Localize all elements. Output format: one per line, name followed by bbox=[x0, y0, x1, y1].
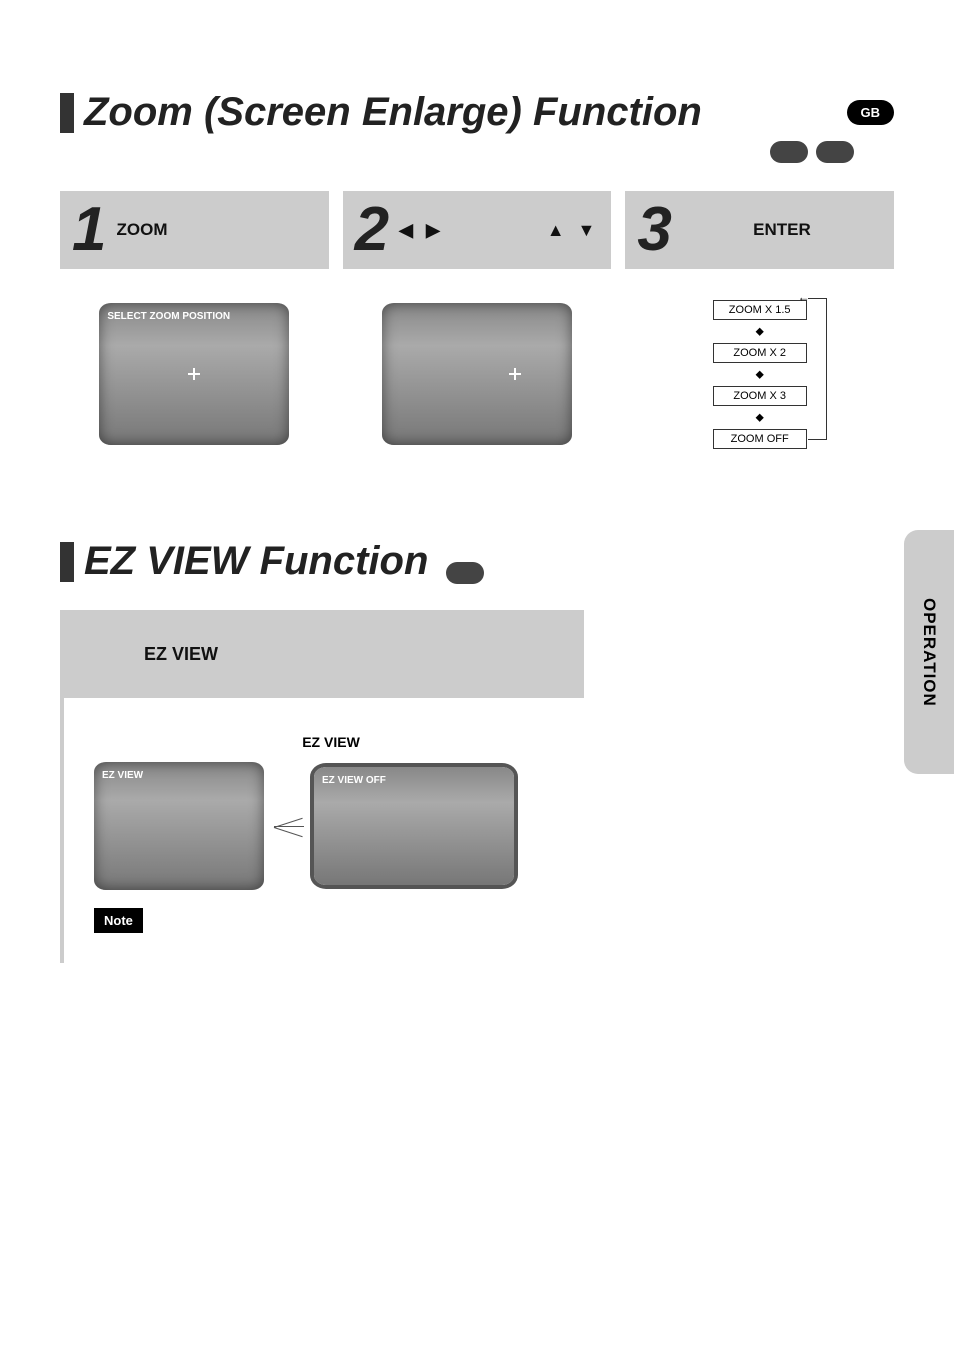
ez-press-label: EZ VIEW bbox=[94, 734, 568, 750]
ez-header: EZ VIEW bbox=[64, 610, 584, 698]
title-accent-bar bbox=[60, 542, 74, 582]
screen-overlay-text: EZ VIEW OFF bbox=[322, 775, 386, 786]
step-2: 2 ◀ ▶ ▲ ▼ bbox=[343, 191, 612, 479]
cycle-return-line bbox=[808, 298, 827, 440]
zoom-level-item: ZOOM X 3 bbox=[713, 386, 807, 406]
step-header: 3 ENTER bbox=[625, 191, 894, 269]
note-badge: Note bbox=[94, 908, 143, 933]
step-number: 2 bbox=[355, 199, 389, 261]
zoom-steps: 1 ZOOM SELECT ZOOM POSITION 2 ◀ ▶ ▲ ▼ 3 … bbox=[60, 191, 894, 479]
ez-image-comparison: EZ VIEW EZ VIEW OFF bbox=[94, 762, 568, 890]
title-row-ezview: EZ VIEW Function bbox=[60, 539, 894, 584]
step-label: ENTER bbox=[753, 220, 811, 240]
section-tab-label: OPERATION bbox=[919, 598, 939, 707]
arrow-left-right-icon: ◀ ▶ bbox=[399, 220, 444, 241]
disc-type-pill bbox=[816, 141, 854, 163]
zoom-level-item: ZOOM X 2 bbox=[713, 343, 807, 363]
zoom-level-item: ZOOM OFF bbox=[713, 429, 807, 449]
zoom-level-list: ZOOM X 1.5 ⬥ ZOOM X 2 ⬥ ZOOM X 3 ⬥ ZOOM … bbox=[713, 300, 807, 449]
section-tab: OPERATION bbox=[904, 530, 954, 774]
disc-type-pill bbox=[770, 141, 808, 163]
language-badge: GB bbox=[847, 100, 895, 125]
crosshair-icon bbox=[188, 368, 200, 380]
step-1: 1 ZOOM SELECT ZOOM POSITION bbox=[60, 191, 329, 479]
step-header: 2 ◀ ▶ ▲ ▼ bbox=[343, 191, 612, 269]
ez-view-section: EZ VIEW Function EZ VIEW EZ VIEW EZ VIEW… bbox=[60, 539, 894, 963]
page-title-ezview: EZ VIEW Function bbox=[84, 539, 428, 584]
title-row-zoom: Zoom (Screen Enlarge) Function GB bbox=[60, 90, 894, 135]
tv-screen-move-cursor bbox=[382, 303, 572, 445]
ez-body: EZ VIEW EZ VIEW EZ VIEW OFF Note bbox=[64, 698, 584, 963]
tv-screen-ezview-on: EZ VIEW bbox=[94, 762, 264, 890]
screen-overlay-text: SELECT ZOOM POSITION bbox=[107, 311, 230, 322]
step-illustration: ZOOM X 1.5 ⬥ ZOOM X 2 ⬥ ZOOM X 3 ⬥ ZOOM … bbox=[625, 269, 894, 479]
page-title-zoom: Zoom (Screen Enlarge) Function bbox=[84, 90, 702, 135]
down-arrow-icon: ⬥ bbox=[755, 410, 763, 425]
ez-header-label: EZ VIEW bbox=[144, 644, 218, 665]
transition-lines bbox=[274, 826, 304, 827]
step-label: ZOOM bbox=[116, 220, 167, 240]
title-accent-bar bbox=[60, 93, 74, 133]
arrow-up-down-icon: ▲ ▼ bbox=[547, 220, 600, 241]
step-3: 3 ENTER ZOOM X 1.5 ⬥ ZOOM X 2 ⬥ ZOOM X 3… bbox=[625, 191, 894, 479]
down-arrow-icon: ⬥ bbox=[755, 324, 763, 339]
screen-overlay-text: EZ VIEW bbox=[102, 770, 143, 781]
disc-type-pill bbox=[446, 562, 484, 584]
tv-screen-zoom-position: SELECT ZOOM POSITION bbox=[99, 303, 289, 445]
step-number: 3 bbox=[637, 199, 671, 261]
tv-screen-ezview-off: EZ VIEW OFF bbox=[314, 767, 514, 885]
zoom-level-item: ZOOM X 1.5 bbox=[713, 300, 807, 320]
step-illustration: SELECT ZOOM POSITION bbox=[60, 269, 329, 479]
down-arrow-icon: ⬥ bbox=[755, 367, 763, 382]
step-illustration bbox=[343, 269, 612, 479]
step-number: 1 bbox=[72, 199, 106, 261]
ez-panel: EZ VIEW EZ VIEW EZ VIEW EZ VIEW OFF Note bbox=[60, 610, 584, 963]
step-header: 1 ZOOM bbox=[60, 191, 329, 269]
crosshair-icon bbox=[509, 368, 521, 380]
disc-badges bbox=[60, 141, 894, 163]
